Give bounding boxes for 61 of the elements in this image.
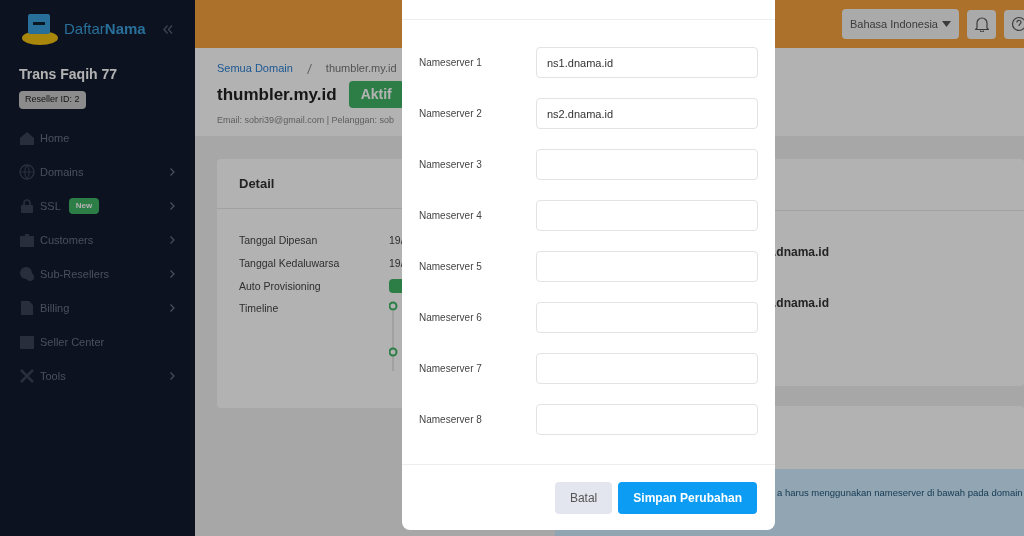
brand-name: DaftarNama — [64, 18, 146, 39]
sidebar-item[interactable]: Customers — [0, 223, 195, 257]
field-label: Nameserver 8 — [419, 413, 483, 427]
nameserver-input[interactable] — [536, 251, 758, 282]
tools-icon — [19, 368, 35, 384]
field-label: Nameserver 1 — [419, 56, 483, 70]
caret-icon — [942, 21, 951, 28]
domain-title: thumbler.my.id — [217, 83, 337, 106]
chat-icon — [19, 266, 35, 282]
card-title: Detail — [239, 174, 275, 193]
domain-meta: Email: sobri39@gmail.com | Pelanggan: sob — [217, 113, 395, 127]
sidebar-item[interactable]: Tools — [0, 359, 195, 393]
notification-button[interactable] — [967, 9, 996, 39]
nameserver-input[interactable] — [536, 149, 758, 180]
breadcrumb-separator — [306, 63, 312, 74]
nameserver-input[interactable] — [536, 404, 758, 435]
save-button[interactable]: Simpan Perubahan — [618, 481, 757, 514]
new-badge: New — [68, 198, 100, 214]
detail-label: Tanggal Kedaluwarsa — [239, 255, 341, 271]
field-label: Nameserver 3 — [419, 158, 483, 172]
reseller-id-badge: Reseller ID: 2 — [19, 91, 86, 109]
status-badge: Aktif — [348, 80, 404, 108]
language-dropdown[interactable]: Bahasa Indonesia — [841, 9, 959, 40]
nameserver-input[interactable]: ns2.dnama.id — [536, 98, 758, 129]
detail-label: Tanggal Dipesan — [239, 233, 319, 248]
nameserver-input[interactable]: ns1.dnama.id — [536, 47, 758, 78]
provisioning-badge — [389, 278, 403, 293]
help-icon — [1010, 16, 1024, 33]
document-icon — [19, 300, 35, 316]
lock-icon — [19, 198, 35, 214]
sidebar-item[interactable]: Billing — [0, 291, 195, 325]
field-label: Nameserver 2 — [419, 107, 483, 121]
sidebar-item[interactable]: Sub-Resellers — [0, 257, 195, 291]
nameserver-value: .dnama.id — [773, 295, 830, 312]
sidebar-item[interactable]: Seller Center — [0, 325, 195, 359]
home-icon — [19, 130, 35, 146]
collapse-icon[interactable] — [163, 24, 173, 34]
store-icon — [19, 334, 35, 350]
breadcrumb-current: thumbler.my.id — [325, 61, 397, 77]
help-button[interactable] — [1004, 9, 1024, 39]
sidebar-item[interactable]: Domains — [0, 155, 195, 189]
sidebar-item[interactable]: Home — [0, 121, 195, 155]
nameserver-input[interactable] — [536, 353, 758, 384]
briefcase-icon — [19, 232, 35, 248]
alert-text: a harus menggunakan nameserver di bawah pada domain — [777, 487, 1023, 498]
field-label: Nameserver 7 — [419, 362, 483, 376]
field-label: Nameserver 6 — [419, 311, 483, 325]
field-label: Nameserver 5 — [419, 260, 483, 274]
detail-label: Auto Provisioning — [239, 278, 322, 294]
globe-icon — [19, 164, 35, 180]
cancel-button[interactable]: Batal — [554, 481, 613, 514]
sidebar-item[interactable]: SSL New — [0, 189, 195, 223]
nameserver-value: .dnama.id — [773, 244, 830, 261]
bell-icon — [974, 16, 989, 33]
logo-icon — [20, 12, 60, 46]
field-label: Nameserver 4 — [419, 209, 483, 223]
nameserver-input[interactable] — [536, 200, 758, 231]
breadcrumb-link[interactable]: Semua Domain — [217, 60, 293, 77]
nameserver-input[interactable] — [536, 302, 758, 333]
detail-label: Timeline — [239, 301, 280, 317]
user-name: Trans Faqih 77 — [19, 65, 119, 84]
